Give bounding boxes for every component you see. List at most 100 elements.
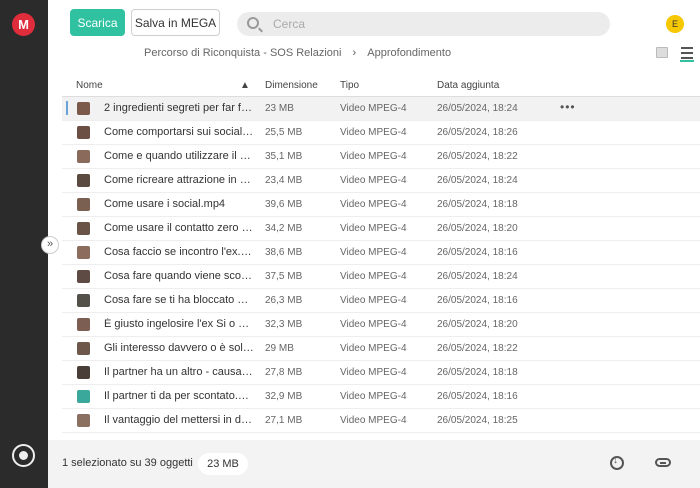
table-row[interactable]: É giusto ingelosire l'ex Si o No.... 32,3…	[62, 313, 700, 337]
file-type: Video MPEG-4	[340, 199, 407, 210]
file-type: Video MPEG-4	[340, 415, 407, 426]
table-header: Nome ▲ Dimensione Tipo Data aggiunta	[62, 72, 700, 97]
file-name[interactable]: Cosa fare quando viene scope...	[104, 270, 254, 282]
file-name[interactable]: Cosa faccio se incontro l'ex.mp4	[104, 246, 254, 258]
search-bar[interactable]	[237, 12, 610, 36]
link-icon[interactable]	[655, 458, 671, 467]
file-name[interactable]: Come ricreare attrazione in un...	[104, 174, 254, 186]
table-row[interactable]: Il vantaggio del mettersi in dis... 27,1 …	[62, 409, 700, 433]
file-type: Video MPEG-4	[340, 103, 407, 114]
video-thumbnail-icon	[77, 318, 90, 331]
file-date: 26/05/2024, 18:22	[437, 343, 518, 354]
file-size: 23,4 MB	[265, 175, 303, 186]
chevron-right-icon: ›	[352, 47, 357, 59]
list-view-icon[interactable]	[680, 46, 694, 62]
column-type[interactable]: Tipo	[340, 80, 359, 91]
video-thumbnail-icon	[77, 222, 90, 235]
file-date: 26/05/2024, 18:24	[437, 103, 518, 114]
save-to-mega-button[interactable]: Salva in MEGA	[131, 9, 220, 36]
table-row[interactable]: Cosa fare quando viene scope... 37,5 MB Vi…	[62, 265, 700, 289]
breadcrumb-item-folder[interactable]: Percorso di Riconquista - SOS Relazioni	[144, 47, 341, 59]
video-thumbnail-icon	[77, 126, 90, 139]
file-date: 26/05/2024, 18:24	[437, 175, 518, 186]
file-size: 37,5 MB	[265, 271, 303, 282]
search-input[interactable]	[273, 12, 593, 36]
file-type: Video MPEG-4	[340, 367, 407, 378]
file-size: 34,2 MB	[265, 223, 303, 234]
file-date: 26/05/2024, 18:20	[437, 223, 518, 234]
status-bar: 1 selezionato su 39 oggetti 23 MB	[48, 440, 700, 488]
sort-ascending-icon[interactable]: ▲	[240, 80, 250, 91]
file-name[interactable]: Il vantaggio del mettersi in dis...	[104, 414, 254, 426]
file-name[interactable]: Cosa fare se ti ha bloccato ov...	[104, 294, 254, 306]
file-name[interactable]: É giusto ingelosire l'ex Si o No....	[104, 318, 254, 330]
file-type: Video MPEG-4	[340, 271, 407, 282]
mega-logo[interactable]: M	[12, 13, 35, 36]
video-thumbnail-icon	[77, 246, 90, 259]
file-size: 39,6 MB	[265, 199, 303, 210]
file-type: Video MPEG-4	[340, 343, 407, 354]
thumbnail-view-icon[interactable]	[656, 47, 668, 58]
file-type: Video MPEG-4	[340, 319, 407, 330]
file-type: Video MPEG-4	[340, 295, 407, 306]
file-date: 26/05/2024, 18:18	[437, 199, 518, 210]
file-type: Video MPEG-4	[340, 127, 407, 138]
table-row[interactable]: 2 ingredienti segreti per far fu... 23 MB…	[62, 97, 700, 121]
file-name[interactable]: Come comportarsi sui social.m...	[104, 126, 254, 138]
file-name[interactable]: Il partner ha un altro - causa o ...	[104, 366, 254, 378]
table-row[interactable]: Come comportarsi sui social.m... 25,5 MB V…	[62, 121, 700, 145]
file-type: Video MPEG-4	[340, 247, 407, 258]
video-thumbnail-icon	[77, 102, 90, 115]
more-options-icon[interactable]: •••	[560, 100, 576, 114]
expand-sidebar-button[interactable]: »	[41, 236, 59, 254]
selection-count: 1 selezionato su 39 oggetti	[62, 457, 193, 469]
file-size: 32,3 MB	[265, 319, 303, 330]
video-thumbnail-icon	[77, 270, 90, 283]
file-date: 26/05/2024, 18:16	[437, 247, 518, 258]
video-thumbnail-icon	[77, 414, 90, 427]
file-date: 26/05/2024, 18:16	[437, 295, 518, 306]
table-row[interactable]: Cosa fare se ti ha bloccato ov... 26,3 MB…	[62, 289, 700, 313]
column-date[interactable]: Data aggiunta	[437, 80, 499, 91]
file-type: Video MPEG-4	[340, 391, 407, 402]
video-thumbnail-icon	[77, 294, 90, 307]
file-name[interactable]: Come usare i social.mp4	[104, 198, 254, 210]
file-date: 26/05/2024, 18:20	[437, 319, 518, 330]
file-name[interactable]: 2 ingredienti segreti per far fu...	[104, 102, 254, 114]
file-size: 26,3 MB	[265, 295, 303, 306]
column-size[interactable]: Dimensione	[265, 80, 318, 91]
download-icon[interactable]	[610, 455, 624, 470]
selection-size: 23 MB	[198, 453, 248, 475]
table-row[interactable]: Come e quando utilizzare il co... 35,1 MB…	[62, 145, 700, 169]
table-row[interactable]: Come ricreare attrazione in un... 23,4 MB…	[62, 169, 700, 193]
file-date: 26/05/2024, 18:22	[437, 151, 518, 162]
file-date: 26/05/2024, 18:26	[437, 127, 518, 138]
file-name[interactable]: Come e quando utilizzare il co...	[104, 150, 254, 162]
table-row[interactable]: Cosa faccio se incontro l'ex.mp4 38,6 MB V…	[62, 241, 700, 265]
video-thumbnail-icon	[77, 198, 90, 211]
file-name[interactable]: Gli interesso davvero o è solo ...	[104, 342, 254, 354]
column-name[interactable]: Nome	[76, 80, 103, 91]
file-size: 27,8 MB	[265, 367, 303, 378]
breadcrumb: Percorso di Riconquista - SOS Relazioni …	[144, 47, 451, 59]
file-date: 26/05/2024, 18:25	[437, 415, 518, 426]
search-icon	[247, 17, 259, 29]
video-thumbnail-icon	[77, 150, 90, 163]
table-row[interactable]: Come usare il contatto zero ne... 34,2 MB…	[62, 217, 700, 241]
table-row[interactable]: Gli interesso davvero o è solo ... 29 MB V…	[62, 337, 700, 361]
table-row[interactable]: Il partner ha un altro - causa o ... 27,8…	[62, 361, 700, 385]
file-date: 26/05/2024, 18:16	[437, 391, 518, 402]
selection-marker	[66, 101, 68, 115]
file-date: 26/05/2024, 18:18	[437, 367, 518, 378]
sync-icon[interactable]	[12, 444, 35, 467]
file-name[interactable]: Il partner ti da per scontato.mp4	[104, 390, 254, 402]
main-panel: Scarica Salva in MEGA E Percorso di Rico…	[48, 0, 700, 488]
file-type: Video MPEG-4	[340, 223, 407, 234]
download-button[interactable]: Scarica	[70, 9, 125, 36]
table-row[interactable]: Come usare i social.mp4 39,6 MB Video MPEG…	[62, 193, 700, 217]
file-size: 27,1 MB	[265, 415, 303, 426]
video-thumbnail-icon	[77, 174, 90, 187]
file-name[interactable]: Come usare il contatto zero ne...	[104, 222, 254, 234]
avatar[interactable]: E	[666, 15, 684, 33]
table-row[interactable]: Il partner ti da per scontato.mp4 32,9 MB…	[62, 385, 700, 409]
